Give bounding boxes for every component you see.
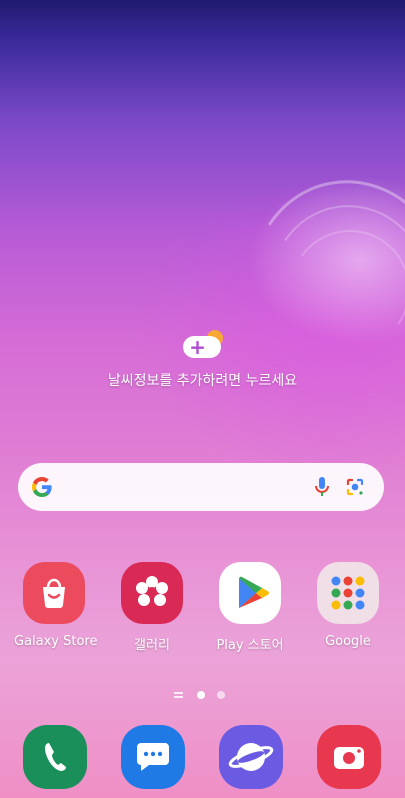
google-folder-icon (317, 562, 379, 624)
dock-camera[interactable] (317, 725, 381, 789)
app-play-store[interactable]: Play 스토어 (210, 562, 290, 653)
app-gallery[interactable]: 갤러리 (112, 562, 192, 653)
microphone-icon[interactable] (314, 476, 330, 498)
page-dot (217, 691, 225, 699)
home-page-lines-icon (174, 691, 184, 699)
page-dot-active (197, 691, 205, 699)
weather-add-icon: + (181, 328, 225, 362)
app-label: Google (325, 634, 371, 649)
gallery-icon (121, 562, 183, 624)
page-indicator[interactable] (170, 690, 230, 700)
google-g-icon (32, 477, 52, 497)
messages-icon (137, 743, 169, 771)
weather-prompt: 날씨정보를 추가하려면 누르세요 (107, 373, 298, 389)
galaxy-store-icon (23, 562, 85, 624)
internet-icon (228, 743, 274, 771)
dock-internet[interactable] (219, 725, 283, 789)
app-label: Galaxy Store (14, 634, 98, 649)
app-label: 갤러리 (134, 638, 170, 653)
dock-messages[interactable] (121, 725, 185, 789)
app-google-folder[interactable]: Google (308, 562, 388, 649)
play-store-icon (219, 562, 281, 624)
app-label: Play 스토어 (216, 638, 284, 653)
app-galaxy-store[interactable]: Galaxy Store (14, 562, 98, 649)
dock-phone[interactable] (23, 725, 87, 789)
phone-icon (45, 743, 66, 771)
camera-icon (334, 747, 364, 769)
weather-widget[interactable]: + 날씨정보를 추가하려면 누르세요 (0, 328, 405, 390)
google-lens-icon[interactable] (344, 476, 366, 498)
google-search-bar[interactable] (18, 463, 384, 511)
